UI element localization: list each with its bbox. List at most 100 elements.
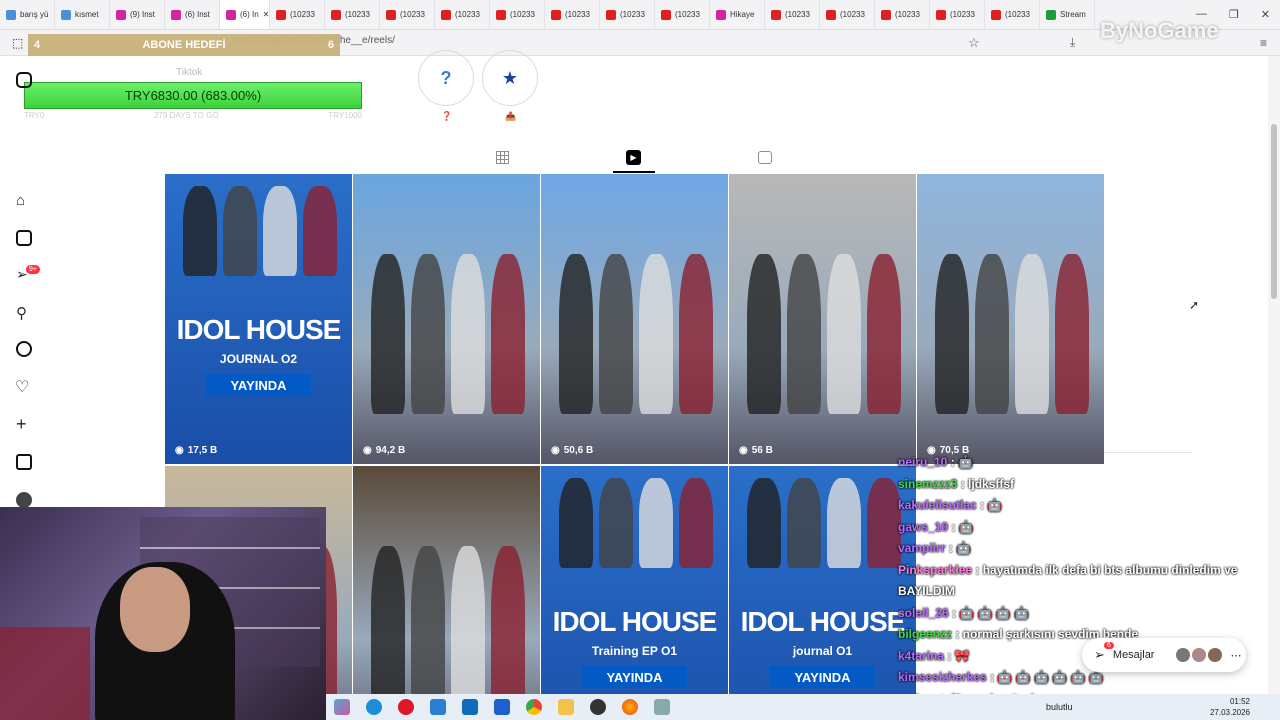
reels-icon[interactable] [16,230,32,246]
chrome-icon[interactable] [526,699,542,715]
obs-icon[interactable] [590,699,606,715]
chat-username: gaws_10 [898,519,949,534]
copilot-icon[interactable] [334,699,350,715]
browser-tab[interactable]: kısmet [55,0,110,29]
chat-username: k4tarina [898,648,945,663]
scrollbar-thumb[interactable] [1271,124,1277,299]
tab-label: (10233 [620,10,645,19]
reel-thumbnail[interactable]: IDOL HOUSE JOURNAL O2 YAYINDA ◉ 17,5 B [165,174,352,464]
dashboard-icon[interactable] [16,454,32,470]
goal-title: ABONE HEDEFİ [142,39,226,51]
chat-text: BAYILDIM [898,584,955,598]
browser-tab[interactable]: (10233 [930,0,985,29]
restore-icon[interactable]: ❐ [1229,8,1239,21]
app-icon[interactable] [494,699,510,715]
browser-tab[interactable]: (10233 [765,0,820,29]
chat-message: Pinksparklee : hayatımda ilk defa bi bts… [898,563,1237,577]
browser-tab[interactable]: Stream [1040,0,1095,29]
chat-message: neiru_10 : 🤖 [898,455,973,469]
reel-thumbnail[interactable]: ◉ 94,2 B [353,174,540,464]
reel-thumbnail[interactable]: IDOL HOUSE Training EP O1 YAYINDA [541,466,728,694]
browser-tab[interactable]: Hikaye [710,0,765,29]
outlook-icon[interactable] [462,699,478,715]
profile-avatar[interactable] [16,492,32,508]
browser-tab[interactable]: (10233 [325,0,380,29]
browser-tab[interactable]: (10233 [380,0,435,29]
reel-thumbnail[interactable]: ◉ 50,6 B [541,174,728,464]
instagram-logo-icon[interactable] [16,72,32,88]
donation-max: TRY1000 [328,111,362,120]
reel-views: ◉ 94,2 B [363,445,405,456]
chat-username: sinemzzz3 [898,476,958,491]
reel-thumbnail[interactable]: IDOL HOUSE journal O1 YAYINDA [729,466,916,694]
tab-label: (6) In [240,10,259,19]
search-icon[interactable]: ⚲ [16,304,27,322]
chat-username: neiru_10 [898,455,948,469]
bookmark-star-icon[interactable]: ☆ [968,35,980,51]
clock-time: 01:52 [1229,697,1250,706]
tagged-tab-icon[interactable] [758,151,772,164]
chat-message: sinemzzz3 : ljdksffsf [898,477,1014,491]
highlight-1[interactable]: ? [418,50,474,106]
browser-tab[interactable]: (10233 [820,0,875,29]
person-figure [787,478,821,568]
explore-icon[interactable] [16,341,32,357]
reel-thumbnail[interactable]: ◉ 70,5 B [917,174,1104,464]
reels-tab-icon[interactable]: ▶ [626,150,641,165]
page-scrollbar[interactable] [1268,56,1280,694]
edge-icon[interactable] [366,699,382,715]
chat-username: soleil_26 [898,605,949,620]
posts-grid-tab-icon[interactable] [496,151,509,164]
close-icon[interactable]: ✕ [1261,8,1270,21]
browser-tab[interactable]: (10233 [490,0,545,29]
tab-favicon-icon [496,9,506,20]
browser-tab[interactable]: (6) In ✕ [220,0,270,29]
store-icon[interactable] [430,699,446,715]
person-figure [975,254,1009,414]
browser-tab[interactable]: (10233 [435,0,490,29]
browser-tab[interactable]: (10233 [545,0,600,29]
tab-favicon-icon [661,9,671,20]
tab-label: (10233 [950,10,975,19]
reel-subtitle: JOURNAL O2 [219,352,298,366]
explorer-icon[interactable] [558,699,574,715]
browser-tab[interactable]: (10233 [600,0,655,29]
home-icon[interactable]: ⌂ [16,192,25,209]
create-plus-icon[interactable]: + [16,414,27,435]
browser-tab[interactable]: (6) Inst [165,0,220,29]
chat-text: : hayatımda ilk defa bi bts albumu dinle… [972,562,1238,577]
person-figure [451,254,485,414]
reel-title: IDOL HOUSE [176,314,342,345]
notifications-heart-icon[interactable]: ♡ [15,377,29,397]
sidebar-toggle-icon[interactable]: ⬚ [12,36,23,50]
person-figure [639,254,673,414]
browser-tab[interactable]: barış yü [0,0,55,29]
firefox-icon[interactable] [622,699,638,715]
donation-amount: TRY6830.00 (683.00%) [124,88,262,103]
download-icon[interactable]: ⤓ [1070,35,1075,50]
menu-icon[interactable]: ≡ [1260,36,1267,50]
reel-thumbnail[interactable]: ◉ 56 B [729,174,916,464]
person-figure [747,478,781,568]
browser-tab[interactable]: (9) Inst [110,0,165,29]
clock-date: 27.03.2026 [1209,708,1250,717]
tab-close-icon[interactable]: ✕ [263,10,269,19]
chair-decor [0,627,90,720]
reel-thumbnail[interactable] [353,466,540,694]
messages-badge: 9+ [26,265,40,274]
eye-icon: ◉ [551,445,560,456]
chat-message: gaws_10 : 🤖 [898,520,974,534]
misc-app-icon[interactable] [654,699,670,715]
browser-tab[interactable]: (10233 [270,0,325,29]
browser-tab[interactable]: (10233 [875,0,930,29]
more-icon: ⋯ [1230,649,1242,662]
highlight-2[interactable]: ★ [482,50,538,106]
person-figure [183,186,217,276]
system-clock[interactable]: 01:52 27.03.2026 [1210,696,1250,718]
browser-tab[interactable]: (10233 [655,0,710,29]
tab-favicon-icon [61,9,71,20]
browser-tab[interactable]: (10233 [985,0,1040,29]
opera-icon[interactable] [398,699,414,715]
messages-avatars [1176,648,1223,662]
messages-floating-button[interactable]: ➢ 6 Mesajlar ⋯ [1082,638,1246,672]
